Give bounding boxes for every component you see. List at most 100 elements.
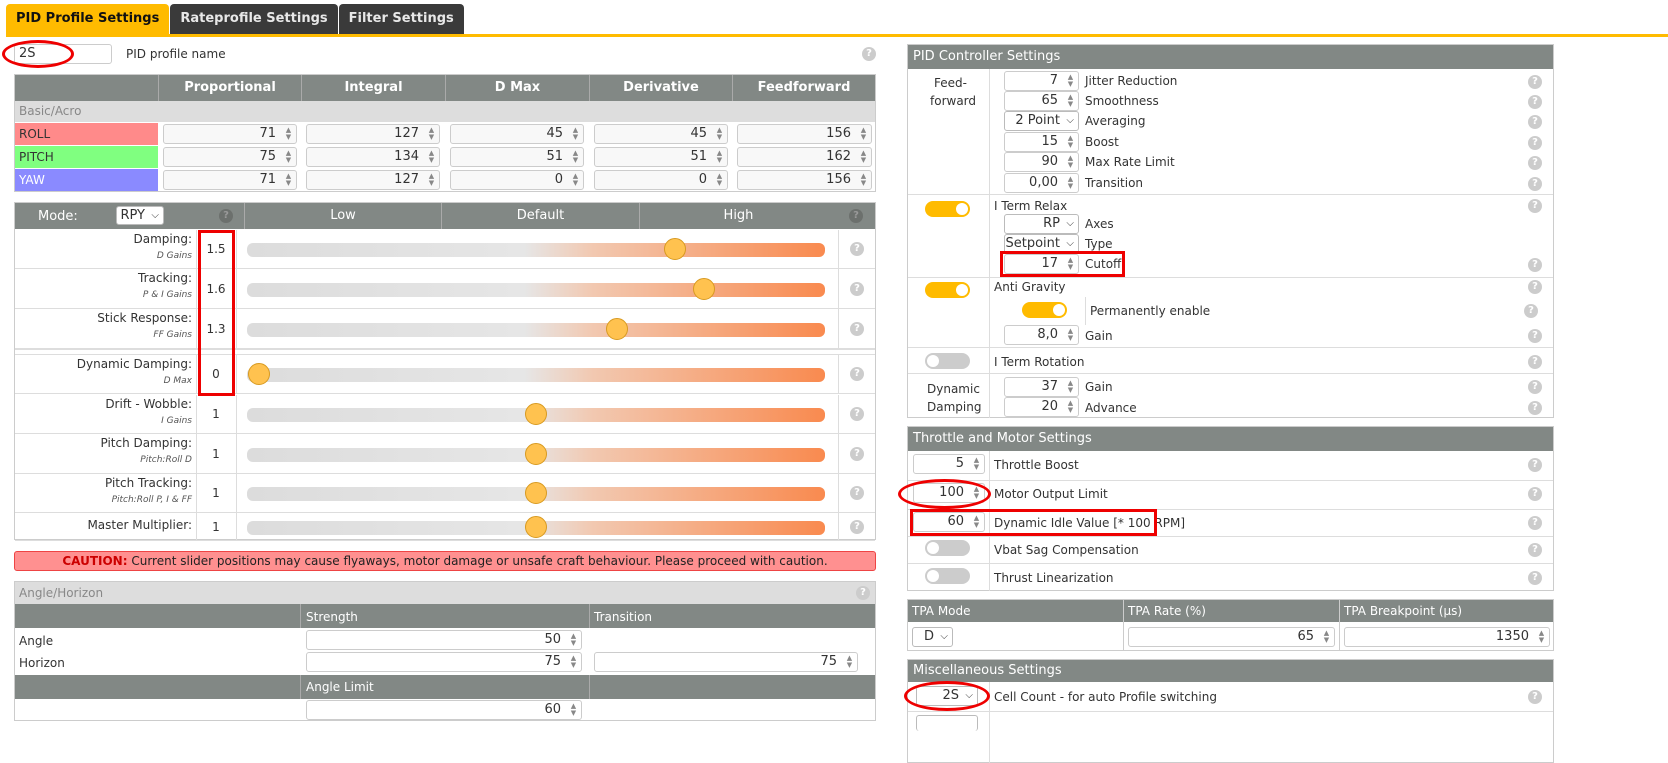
spinner-icon[interactable]: ▲ ▼ — [972, 486, 981, 500]
help-icon[interactable]: ? — [862, 47, 876, 61]
angle-strength-input[interactable]: 50 ▲ ▼ — [306, 630, 582, 650]
spinner-icon[interactable]: ▲ ▼ — [715, 127, 724, 141]
help-icon[interactable]: ? — [850, 520, 864, 534]
help-icon[interactable]: ? — [1528, 355, 1542, 369]
iterm-relax-toggle[interactable] — [925, 201, 970, 217]
help-icon[interactable]: ? — [1524, 304, 1538, 318]
anti-gravity-gain-input[interactable]: 8,0 ▲ ▼ — [1004, 325, 1079, 345]
spinner-icon[interactable]: ▲ ▼ — [845, 655, 854, 669]
spinner-icon[interactable]: ▲ ▼ — [1066, 380, 1075, 394]
help-icon[interactable]: ? — [850, 447, 864, 461]
help-icon[interactable]: ? — [849, 209, 863, 223]
spinner-icon[interactable]: ▲ ▼ — [1066, 400, 1075, 414]
axes-select[interactable]: RP ⌵ — [1004, 214, 1079, 234]
spinner-icon[interactable]: ▲ ▼ — [284, 150, 293, 164]
pid-input[interactable]: 127 ▲ ▼ — [306, 170, 440, 190]
throttle-input[interactable]: 5 ▲ ▼ — [913, 454, 985, 474]
spinner-icon[interactable]: ▲ ▼ — [284, 173, 293, 187]
spinner-icon[interactable]: ▲ ▼ — [972, 515, 981, 529]
pid-input[interactable]: 51 ▲ ▼ — [450, 147, 584, 167]
ff-input[interactable]: 15 ▲ ▼ — [1004, 132, 1079, 152]
cell-count-select[interactable]: 2S ⌵ — [916, 686, 978, 706]
slider-track[interactable] — [247, 283, 825, 297]
help-icon[interactable]: ? — [1528, 136, 1542, 150]
tpa-breakpoint-input[interactable]: 1350 ▲ ▼ — [1344, 627, 1550, 647]
pid-input[interactable]: 156 ▲ ▼ — [737, 170, 872, 190]
help-icon[interactable]: ? — [1528, 516, 1542, 530]
tab-filter[interactable]: Filter Settings — [338, 4, 464, 34]
spinner-icon[interactable]: ▲ ▼ — [284, 127, 293, 141]
spinner-icon[interactable]: ▲ ▼ — [569, 703, 578, 717]
vbat-sag-toggle[interactable] — [925, 540, 970, 556]
help-icon[interactable]: ? — [1528, 156, 1542, 170]
help-icon[interactable]: ? — [1528, 401, 1542, 415]
help-icon[interactable]: ? — [850, 367, 864, 381]
cutoff-input[interactable]: 17 ▲ ▼ — [1004, 254, 1079, 274]
averaging-select[interactable]: 2 Point ⌵ — [1004, 111, 1079, 131]
slider-thumb[interactable] — [663, 238, 686, 260]
help-icon[interactable]: ? — [850, 282, 864, 296]
pid-input[interactable]: 71 ▲ ▼ — [163, 124, 297, 144]
mode-select[interactable]: RPY ⌵ — [116, 206, 164, 225]
spinner-icon[interactable]: ▲ ▼ — [859, 173, 868, 187]
type-select[interactable]: Setpoint ⌵ — [1004, 234, 1079, 254]
slider-thumb[interactable] — [605, 318, 628, 340]
throttle-input[interactable]: 100 ▲ ▼ — [913, 483, 985, 503]
tpa-mode-select[interactable]: D ⌵ — [912, 627, 953, 647]
iterm-rotation-toggle[interactable] — [925, 353, 970, 369]
help-icon[interactable]: ? — [1528, 329, 1542, 343]
pid-input[interactable]: 45 ▲ ▼ — [594, 124, 728, 144]
spinner-icon[interactable]: ▲ ▼ — [1322, 630, 1331, 644]
pid-input[interactable]: 134 ▲ ▼ — [306, 147, 440, 167]
spinner-icon[interactable]: ▲ ▼ — [1066, 155, 1075, 169]
slider-thumb[interactable] — [692, 278, 715, 300]
slider-thumb[interactable] — [525, 403, 547, 425]
help-icon[interactable]: ? — [1528, 487, 1542, 501]
spinner-icon[interactable]: ▲ ▼ — [427, 127, 436, 141]
spinner-icon[interactable]: ▲ ▼ — [1537, 630, 1546, 644]
spinner-icon[interactable]: ▲ ▼ — [1066, 257, 1075, 271]
next-setting-select[interactable] — [916, 715, 978, 731]
help-icon[interactable]: ? — [219, 209, 233, 223]
spinner-icon[interactable]: ▲ ▼ — [1066, 74, 1075, 88]
help-icon[interactable]: ? — [1528, 571, 1542, 585]
spinner-icon[interactable]: ▲ ▼ — [571, 173, 580, 187]
spinner-icon[interactable]: ▲ ▼ — [1066, 176, 1075, 190]
permanently-enable-toggle[interactable] — [1022, 302, 1067, 318]
help-icon[interactable]: ? — [850, 486, 864, 500]
spinner-icon[interactable]: ▲ ▼ — [1066, 135, 1075, 149]
help-icon[interactable]: ? — [850, 322, 864, 336]
dyn-advance-input[interactable]: 20 ▲ ▼ — [1004, 397, 1079, 417]
thrust-linear-toggle[interactable] — [925, 568, 970, 584]
help-icon[interactable]: ? — [1528, 690, 1542, 704]
spinner-icon[interactable]: ▲ ▼ — [569, 633, 578, 647]
horizon-transition-input[interactable]: 75 ▲ ▼ — [594, 652, 858, 672]
ff-input[interactable]: 7 ▲ ▼ — [1004, 71, 1079, 91]
help-icon[interactable]: ? — [1528, 115, 1542, 129]
tpa-rate-input[interactable]: 65 ▲ ▼ — [1128, 627, 1335, 647]
anti-gravity-toggle[interactable] — [925, 282, 970, 298]
spinner-icon[interactable]: ▲ ▼ — [859, 150, 868, 164]
help-icon[interactable]: ? — [1528, 280, 1542, 294]
spinner-icon[interactable]: ▲ ▼ — [715, 173, 724, 187]
angle-limit-input[interactable]: 60 ▲ ▼ — [306, 700, 582, 720]
pid-input[interactable]: 71 ▲ ▼ — [163, 170, 297, 190]
pid-input[interactable]: 156 ▲ ▼ — [737, 124, 872, 144]
spinner-icon[interactable]: ▲ ▼ — [571, 127, 580, 141]
profile-name-input[interactable]: 2S — [14, 44, 112, 64]
slider-thumb[interactable] — [247, 363, 270, 385]
spinner-icon[interactable]: ▲ ▼ — [1066, 328, 1075, 342]
slider-track[interactable] — [247, 368, 825, 382]
slider-thumb[interactable] — [525, 516, 547, 538]
help-icon[interactable]: ? — [1528, 199, 1542, 213]
help-icon[interactable]: ? — [1528, 75, 1542, 89]
slider-thumb[interactable] — [525, 482, 547, 504]
help-icon[interactable]: ? — [850, 242, 864, 256]
dyn-gain-input[interactable]: 37 ▲ ▼ — [1004, 377, 1079, 397]
help-icon[interactable]: ? — [1528, 543, 1542, 557]
tab-pid-profile[interactable]: PID Profile Settings — [6, 4, 170, 34]
ff-input[interactable]: 0,00 ▲ ▼ — [1004, 173, 1079, 193]
spinner-icon[interactable]: ▲ ▼ — [427, 150, 436, 164]
spinner-icon[interactable]: ▲ ▼ — [427, 173, 436, 187]
help-icon[interactable]: ? — [1528, 458, 1542, 472]
